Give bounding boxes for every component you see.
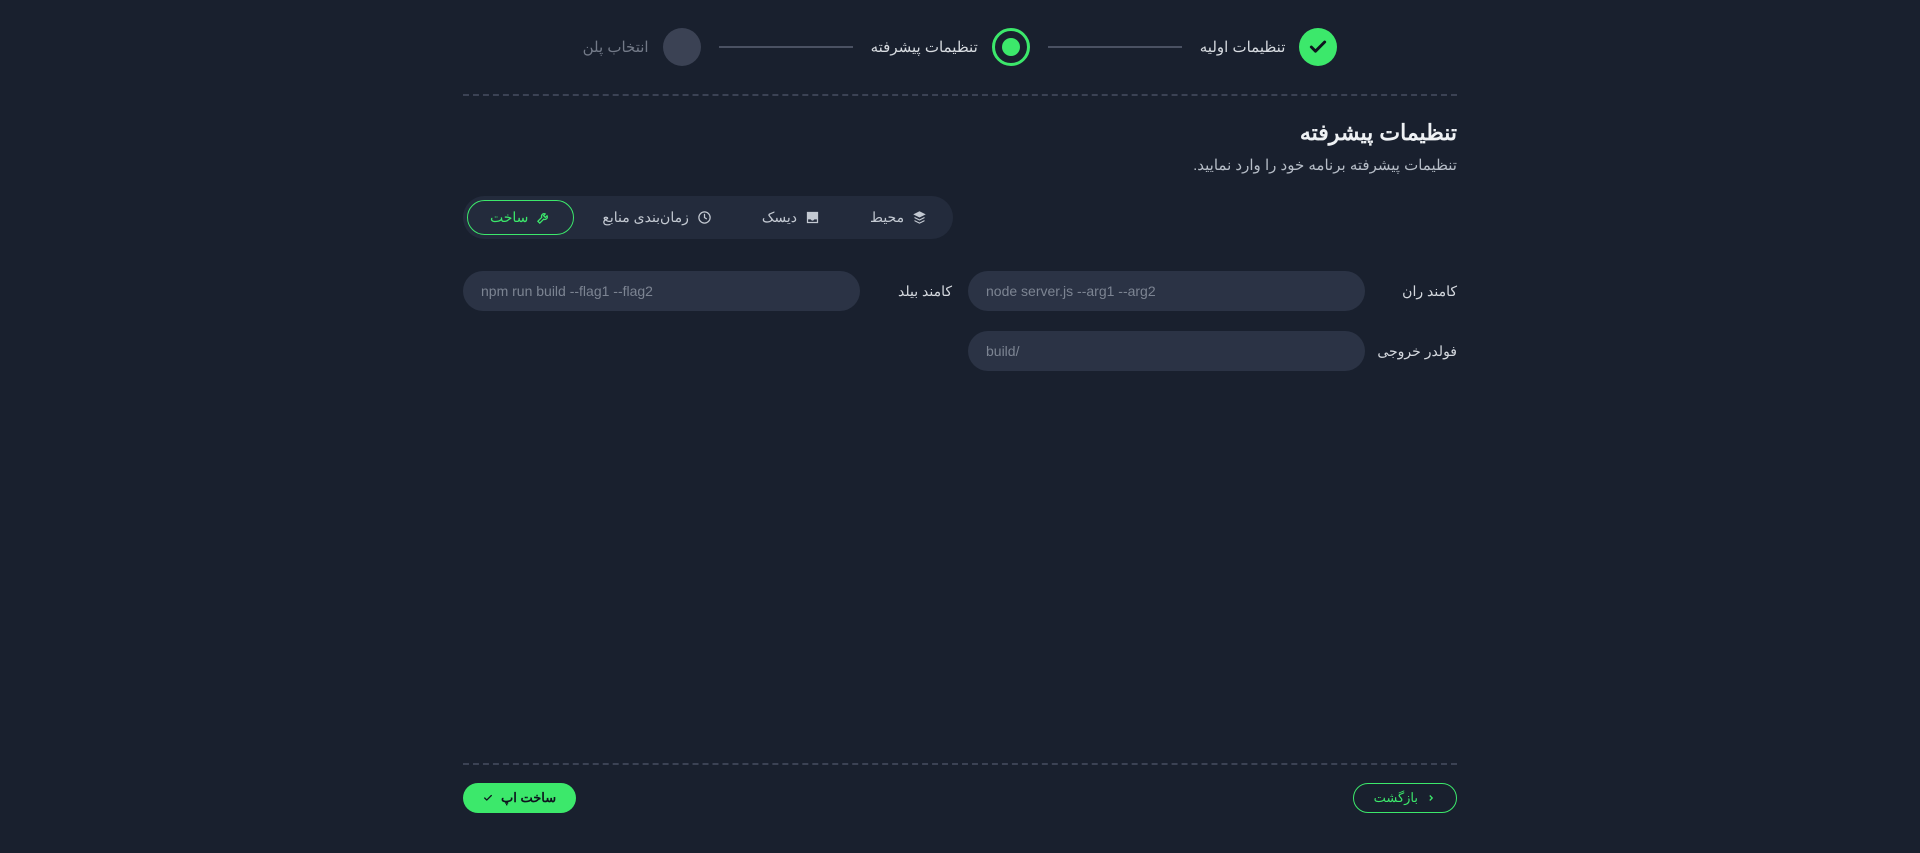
back-button-label: بازگشت xyxy=(1374,790,1418,806)
run-command-input[interactable] xyxy=(968,271,1365,311)
tab-environment[interactable]: محیط xyxy=(848,201,949,234)
build-form: کامند ران کامند بیلد فولدر خروجی xyxy=(463,271,1457,371)
step-initial-settings: تنظیمات اولیه xyxy=(1200,28,1338,66)
output-folder-input[interactable] xyxy=(968,331,1365,371)
run-command-group: کامند ران xyxy=(968,271,1457,311)
section-subtitle: تنظیمات پیشرفته برنامه خود را وارد نمایی… xyxy=(463,156,1457,174)
active-step-icon xyxy=(992,28,1030,66)
check-icon xyxy=(483,793,493,803)
step-select-plan: انتخاب پلن xyxy=(583,28,701,66)
progress-stepper: تنظیمات اولیه تنظیمات پیشرفته انتخاب پلن xyxy=(463,28,1457,66)
form-footer: بازگشت ساخت اپ xyxy=(463,783,1457,813)
create-app-button[interactable]: ساخت اپ xyxy=(463,783,576,813)
wrench-icon xyxy=(536,210,551,225)
build-command-label: کامند بیلد xyxy=(874,283,952,300)
build-command-input[interactable] xyxy=(463,271,860,311)
tab-label: دیسک xyxy=(762,209,797,226)
back-button[interactable]: بازگشت xyxy=(1353,783,1457,813)
output-folder-group: فولدر خروجی xyxy=(968,331,1457,371)
divider xyxy=(463,763,1457,765)
step-connector xyxy=(719,46,853,48)
step-label: انتخاب پلن xyxy=(583,38,649,56)
tab-disk[interactable]: دیسک xyxy=(740,201,842,234)
build-command-group: کامند بیلد xyxy=(463,271,952,311)
settings-tabs: محیط دیسک زمان‌بندی منابع ساخت xyxy=(463,196,953,239)
section-title: تنظیمات پیشرفته xyxy=(463,120,1457,146)
step-label: تنظیمات پیشرفته xyxy=(871,38,978,56)
tab-label: محیط xyxy=(870,209,904,226)
create-app-button-label: ساخت اپ xyxy=(501,790,556,806)
section-header: تنظیمات پیشرفته تنظیمات پیشرفته برنامه خ… xyxy=(463,120,1457,174)
tab-scheduling[interactable]: زمان‌بندی منابع xyxy=(580,201,733,234)
check-icon xyxy=(1299,28,1337,66)
step-connector xyxy=(1048,46,1182,48)
tab-label: ساخت xyxy=(490,209,528,226)
output-folder-label: فولدر خروجی xyxy=(1379,343,1457,360)
step-advanced-settings: تنظیمات پیشرفته xyxy=(871,28,1030,66)
clock-icon xyxy=(697,210,712,225)
step-label: تنظیمات اولیه xyxy=(1200,38,1286,56)
inbox-icon xyxy=(805,210,820,225)
chevron-right-icon xyxy=(1426,793,1436,803)
divider xyxy=(463,94,1457,96)
tab-label: زمان‌بندی منابع xyxy=(602,209,688,226)
tab-build[interactable]: ساخت xyxy=(467,200,574,235)
stack-icon xyxy=(912,210,927,225)
pending-step-icon xyxy=(663,28,701,66)
run-command-label: کامند ران xyxy=(1379,283,1457,300)
